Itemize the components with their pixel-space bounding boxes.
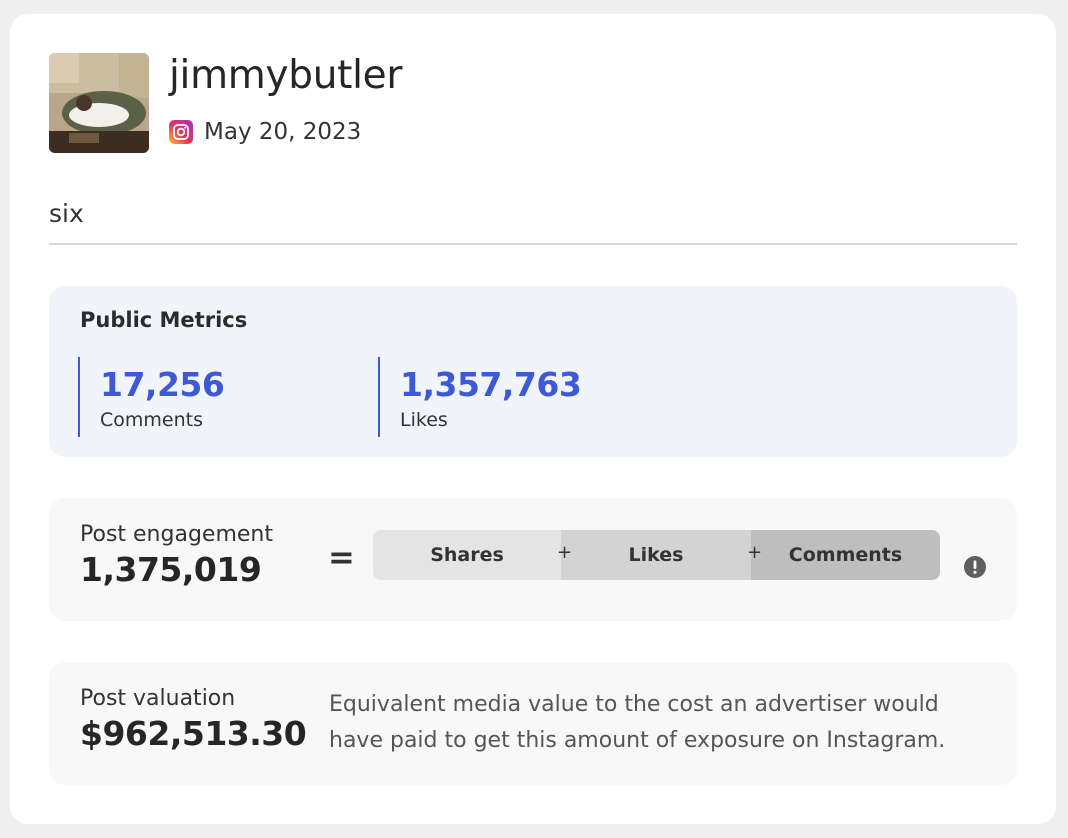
- likes-metric: 1,357,763 Likes: [378, 357, 582, 437]
- alert-icon[interactable]: [963, 555, 987, 579]
- comments-label: Comments: [100, 409, 203, 431]
- engagement-formula: Shares + Likes + Comments: [373, 530, 940, 580]
- plus-sign: +: [747, 542, 763, 563]
- public-metrics-panel: Public Metrics 17,256 Comments 1,357,763…: [49, 286, 1017, 457]
- divider: [49, 243, 1017, 245]
- post-caption: six: [49, 199, 84, 228]
- avatar-image: [49, 53, 149, 153]
- shares-segment-label: Shares: [430, 544, 504, 566]
- post-valuation-panel: Post valuation $962,513.30 Equivalent me…: [49, 662, 1017, 785]
- comments-count: 17,256: [100, 365, 225, 404]
- username[interactable]: jimmybutler: [169, 53, 402, 99]
- shares-segment: Shares: [373, 530, 561, 580]
- likes-label: Likes: [400, 409, 448, 431]
- likes-count: 1,357,763: [400, 365, 582, 404]
- post-card: jimmybutler May 20, 2023 six Public Metr…: [10, 14, 1056, 824]
- comments-segment: + Comments: [747, 530, 940, 580]
- post-engagement-value: 1,375,019: [80, 550, 262, 589]
- post-valuation-value: $962,513.30: [80, 714, 307, 753]
- likes-segment-label: Likes: [628, 544, 684, 566]
- comments-segment-label: Comments: [788, 544, 903, 566]
- likes-segment: + Likes: [557, 530, 751, 580]
- equals-sign: =: [328, 538, 355, 576]
- post-valuation-description: Equivalent media value to the cost an ad…: [329, 692, 946, 753]
- post-date: May 20, 2023: [204, 119, 362, 145]
- post-engagement-panel: Post engagement 1,375,019 = Shares + Lik…: [49, 498, 1017, 621]
- plus-sign: +: [557, 542, 573, 563]
- post-date-row: May 20, 2023: [169, 117, 361, 147]
- public-metrics-title: Public Metrics: [80, 308, 248, 332]
- post-engagement-label: Post engagement: [80, 522, 273, 547]
- post-valuation-label: Post valuation: [80, 686, 236, 711]
- avatar[interactable]: [49, 53, 149, 153]
- instagram-icon: [169, 120, 193, 144]
- comments-metric: 17,256 Comments: [78, 357, 225, 437]
